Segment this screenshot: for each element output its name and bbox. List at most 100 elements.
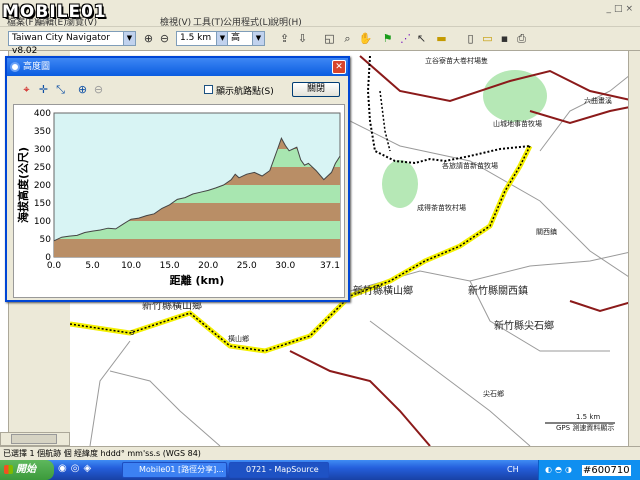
dialog-close-button[interactable]: ✕	[332, 60, 346, 74]
chevron-down-icon[interactable]: ▼	[252, 32, 264, 45]
elevation-chart-svg: 050100150200250300350400 0.0 5.0 10.0 15.0 2…	[16, 109, 341, 287]
crosshair-blue-tool-icon[interactable]: ✛	[36, 82, 51, 97]
measure-tool-icon[interactable]: ▬	[434, 32, 449, 46]
language-indicator[interactable]: CH	[507, 460, 519, 480]
map-label: 六曲畫溪	[584, 96, 612, 105]
y-tick-label: 400	[34, 109, 51, 119]
open-file-icon[interactable]: ▭	[480, 32, 495, 46]
new-file-icon[interactable]: ▯	[463, 32, 478, 46]
map-label: 立谷寮苗大卷村場隻	[425, 56, 488, 65]
status-coord-format: 經緯度 hddd° mm'ss.s (WGS 84)	[74, 449, 201, 458]
pan-tool-icon[interactable]: ⤡	[53, 82, 68, 97]
minimize-icon[interactable]: _	[606, 4, 614, 14]
close-icon[interactable]: ×	[625, 4, 636, 14]
zoom-in-icon[interactable]: ⊕	[141, 32, 156, 46]
map-label: GPS 測速資料顯示	[556, 423, 614, 432]
vertical-scrollbar[interactable]	[628, 51, 640, 446]
watermark-id: #600710	[582, 465, 631, 476]
x-tick-label: 5.0	[85, 261, 100, 271]
send-to-device-icon[interactable]: ⇪	[277, 32, 292, 46]
zoom-level-select[interactable]: 1.5 km ▼	[176, 31, 229, 46]
windows-flag-icon	[4, 465, 13, 474]
zoom-level-value: 1.5 km	[180, 33, 212, 43]
taskbar-mobile01[interactable]: Mobile01 [路徑分享]...	[122, 462, 227, 478]
y-tick-label: 150	[34, 199, 51, 209]
globe-icon	[10, 62, 20, 72]
trail	[379, 90, 391, 152]
elevation-band	[54, 239, 340, 257]
elevation-profile-dialog: 高度圖 ✕ ⌖ ✛ ⤡ ⊕ ⊖ 顯示航路點(S) 關閉 0 50 100 150 200…	[5, 56, 350, 302]
taskbar: 開始 ◉◎◈ Mobile01 [路徑分享]... 0721 - MapSour…	[0, 460, 640, 480]
x-tick-label: 0.0	[47, 261, 62, 271]
y-axis-label: 海拔高度(公尺)	[16, 147, 30, 223]
road	[109, 370, 221, 446]
crosshair-tool-icon[interactable]: ⌖	[19, 82, 34, 97]
y-tick-label: 100	[34, 217, 51, 227]
x-tick-label: 10.0	[121, 261, 141, 271]
map-label: 橫山鄉	[228, 334, 249, 343]
toolbar: Taiwan City Navigator v8.02 ▼ ⊕ ⊖ 1.5 km…	[0, 27, 640, 56]
y-tick-label: 250	[34, 163, 51, 173]
detail-select[interactable]: 高 ▼	[227, 31, 265, 46]
y-tick-label: 200	[34, 181, 51, 191]
dialog-title-bar[interactable]: 高度圖	[7, 58, 348, 76]
map-label: 各旅請苗新苗牧場	[442, 161, 498, 170]
start-label: 開始	[16, 464, 36, 475]
window-controls[interactable]: _□×	[606, 4, 636, 14]
x-tick-label: 37.1	[320, 261, 340, 271]
highway	[529, 105, 635, 125]
receive-from-device-icon[interactable]: ⇩	[295, 32, 310, 46]
x-tick-label: 25.0	[237, 261, 257, 271]
quick-launch[interactable]: ◉◎◈	[58, 463, 118, 477]
taskbar-mapsource[interactable]: 0721 - MapSource	[229, 462, 329, 478]
horizontal-scrollbar[interactable]	[0, 432, 70, 446]
x-tick-label: 30.0	[275, 261, 295, 271]
map-label: 1.5 km	[576, 413, 600, 421]
map-label: 新竹縣橫山鄉	[353, 284, 413, 297]
map-label: 山城地事苗牧場	[493, 119, 542, 128]
zoom-out-icon[interactable]: ⊖	[157, 32, 172, 46]
map-label: 尖石鄉	[483, 389, 504, 398]
y-tick-label: 300	[34, 145, 51, 155]
map-label: 成得茶苗牧村場	[417, 203, 466, 212]
close-dialog-button[interactable]: 關閉	[292, 82, 340, 97]
chevron-down-icon[interactable]: ▼	[123, 32, 135, 45]
maximize-icon[interactable]: □	[614, 4, 626, 14]
show-waypoints-label: 顯示航路點(S)	[216, 87, 274, 97]
save-file-icon[interactable]: ▪	[497, 32, 512, 46]
x-tick-label: 20.0	[198, 261, 218, 271]
task-label: 0721 - MapSource	[246, 465, 319, 474]
hand-tool-icon[interactable]: ✋	[358, 32, 373, 46]
x-tick-label: 15.0	[160, 261, 180, 271]
highway	[289, 350, 431, 446]
waypoint-tool-icon[interactable]: ⚑	[380, 32, 395, 46]
park-area	[382, 160, 418, 208]
dialog-title: 高度圖	[23, 62, 51, 72]
show-waypoints-checkbox[interactable]	[204, 85, 213, 94]
map-label: 關西鎮	[536, 227, 557, 236]
map-product-select[interactable]: Taiwan City Navigator v8.02 ▼	[8, 31, 136, 56]
task-label: Mobile01 [路徑分享]...	[139, 465, 224, 474]
elevation-chart: 0 50 100 150 200 250 300 350 400 0.0 5.0 10.0 15.0 2…	[13, 104, 345, 298]
menu-bar: MOBILE01 檔案(F) 編輯(E) 瀏覽(V) 檢視(V) 工具(T) 公用程式(L…	[0, 0, 640, 28]
x-axis-label: 距離 (km)	[170, 273, 225, 287]
select-tool-icon[interactable]: ◱	[322, 32, 337, 46]
zoom-out-icon[interactable]: ⊖	[91, 82, 106, 97]
start-button[interactable]: 開始	[0, 460, 54, 480]
status-bar: 已選擇 1 個航跡 個 經緯度 hddd° mm'ss.s (WGS 84)	[0, 446, 640, 460]
highway	[569, 300, 635, 313]
route-tool-icon[interactable]: ⋰	[398, 32, 413, 46]
print-icon[interactable]: ⎙	[514, 32, 529, 46]
zoom-in-icon[interactable]: ⊕	[75, 82, 90, 97]
pointer-tool-icon[interactable]: ↖	[414, 32, 429, 46]
road	[539, 70, 635, 152]
road	[349, 250, 635, 292]
road	[89, 340, 131, 446]
map-label: 新竹縣尖石鄉	[494, 319, 554, 332]
y-tick-label: 50	[40, 235, 52, 245]
y-tick-label: 350	[34, 127, 51, 137]
zoom-tool-icon[interactable]: ⌕	[340, 32, 355, 46]
tray-icons[interactable]: ◐◓◑	[545, 460, 575, 480]
road	[369, 320, 531, 446]
detail-value: 高	[231, 33, 241, 43]
